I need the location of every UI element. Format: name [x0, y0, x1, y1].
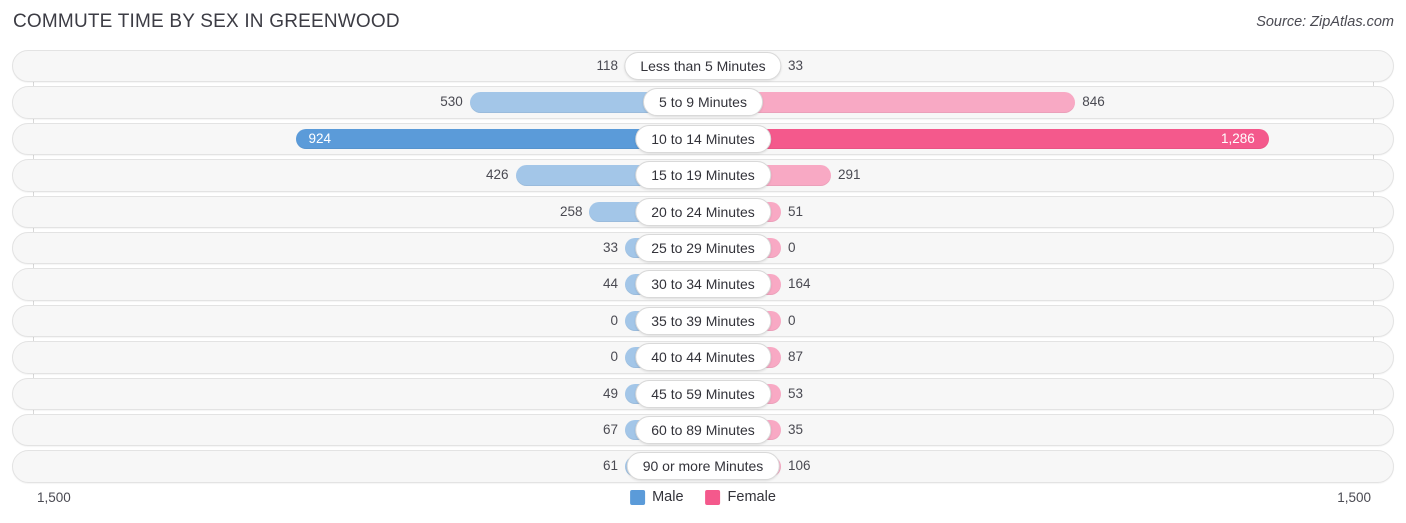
value-label-male: 33 [602, 239, 618, 255]
category-label[interactable]: 35 to 39 Minutes [635, 306, 771, 335]
page-title: COMMUTE TIME BY SEX IN GREENWOOD [13, 11, 400, 32]
value-label-female: 53 [788, 385, 804, 401]
value-label-female: 33 [788, 58, 804, 73]
value-label-female: 35 [788, 421, 804, 437]
table-row[interactable]: 0 87 40 to 44 Minutes [0, 341, 1406, 374]
value-label-male: 49 [602, 385, 618, 401]
value-label-female: 1,286 [1221, 130, 1255, 146]
diverging-bar-chart: 118 33 Less than 5 Minutes 530 846 5 to 9 Min… [0, 50, 1406, 487]
value-label-male: 426 [486, 167, 509, 183]
category-label[interactable]: 15 to 19 Minutes [635, 161, 771, 190]
value-label-male: 118 [596, 58, 618, 73]
table-row[interactable]: 33 0 25 to 29 Minutes [0, 231, 1406, 265]
axis-label-right: 1,500 [1337, 490, 1371, 505]
table-row[interactable]: 530 846 5 to 9 Minutes [0, 86, 1406, 119]
legend-item[interactable]: Male [630, 489, 684, 505]
table-row[interactable]: 44 164 30 to 34 Minutes [0, 268, 1406, 301]
category-label[interactable]: 10 to 14 Minutes [635, 124, 771, 153]
legend-swatch-icon [705, 489, 721, 505]
legend-swatch-icon [630, 489, 646, 505]
chart-footer: 1,500 1,500 Male Female [0, 487, 1406, 523]
category-label[interactable]: 90 or more Minutes [626, 452, 780, 481]
chart-legend: Male Female [630, 489, 776, 505]
table-row[interactable]: 258 51 20 to 24 Minutes [0, 195, 1406, 228]
table-row[interactable]: 49 53 45 to 59 Minutes [0, 377, 1406, 410]
source-attribution: Source: ZipAtlas.com [1256, 14, 1394, 30]
value-label-female: 846 [1082, 94, 1105, 110]
value-label-male: 258 [559, 203, 583, 219]
category-label[interactable]: 25 to 29 Minutes [635, 233, 771, 262]
category-label[interactable]: 40 to 44 Minutes [635, 343, 771, 372]
chart-page: COMMUTE TIME BY SEX IN GREENWOOD Source:… [0, 0, 1406, 523]
value-label-female: 87 [788, 349, 804, 365]
value-label-male: 67 [602, 421, 618, 437]
axis-label-left: 1,500 [37, 490, 71, 505]
category-label[interactable]: 30 to 34 Minutes [635, 270, 771, 299]
table-row[interactable]: 0 0 35 to 39 Minutes [0, 304, 1406, 338]
table-row[interactable]: 67 35 60 to 89 Minutes [0, 413, 1406, 447]
value-label-male: 0 [610, 312, 618, 328]
value-label-female: 0 [788, 312, 796, 328]
table-row[interactable]: 426 291 15 to 19 Minutes [0, 159, 1406, 192]
table-row[interactable]: 118 33 Less than 5 Minutes [0, 50, 1406, 83]
value-label-female: 106 [788, 458, 811, 474]
value-label-female: 291 [838, 167, 861, 183]
value-label-female: 0 [788, 239, 796, 255]
category-label[interactable]: 20 to 24 Minutes [635, 197, 771, 226]
category-label[interactable]: Less than 5 Minutes [624, 52, 782, 80]
value-label-male: 0 [610, 349, 618, 365]
chart-rows: 118 33 Less than 5 Minutes 530 846 5 to 9 Min… [0, 50, 1406, 487]
value-label-male: 61 [602, 458, 618, 474]
legend-label: Male [652, 489, 684, 505]
legend-item[interactable]: Female [705, 489, 776, 505]
legend-label: Female [727, 489, 776, 505]
table-row[interactable]: 61 106 90 or more Minutes [0, 450, 1406, 483]
value-label-male: 44 [602, 276, 618, 292]
category-label[interactable]: 45 to 59 Minutes [635, 379, 771, 408]
value-label-female: 164 [788, 276, 811, 292]
value-label-male: 530 [440, 94, 463, 110]
chart-header: COMMUTE TIME BY SEX IN GREENWOOD Source:… [0, 0, 1406, 44]
table-row[interactable]: 924 1,286 10 to 14 Minutes [0, 122, 1406, 156]
category-label[interactable]: 60 to 89 Minutes [635, 415, 771, 444]
category-label[interactable]: 5 to 9 Minutes [643, 88, 763, 117]
value-label-female: 51 [788, 203, 804, 219]
